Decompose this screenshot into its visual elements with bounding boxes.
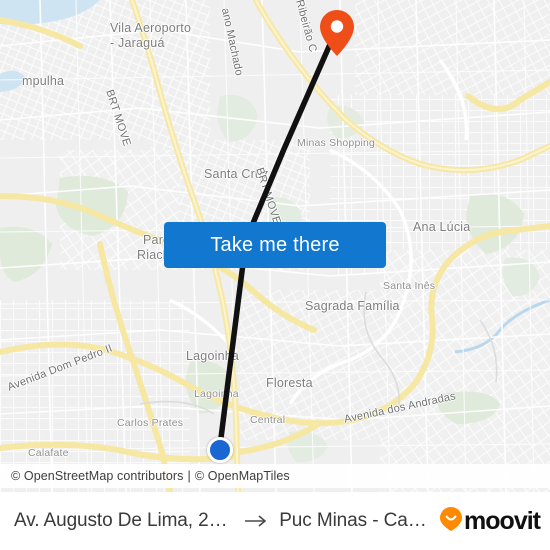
trip-destination-label[interactable]: Puc Minas - Campu... bbox=[279, 510, 440, 532]
moovit-pin-icon bbox=[440, 506, 463, 536]
trip-footer-bar: Av. Augusto De Lima, 249 | ... Puc Minas… bbox=[0, 492, 550, 550]
attribution-separator: | bbox=[187, 469, 191, 483]
map-view[interactable]: Vila Aeroporto - Jaraguá mpulha Minas Shopp… bbox=[0, 0, 550, 492]
moovit-trip-screen: Vila Aeroporto - Jaraguá mpulha Minas Shopp… bbox=[0, 0, 550, 550]
destination-pin[interactable] bbox=[320, 10, 354, 56]
origin-dot[interactable] bbox=[207, 437, 233, 463]
trip-origin-label[interactable]: Av. Augusto De Lima, 249 | ... bbox=[14, 510, 233, 532]
attribution-osm[interactable]: © OpenStreetMap contributors bbox=[11, 469, 184, 483]
map-attribution: © OpenStreetMap contributors | © OpenMap… bbox=[0, 464, 550, 488]
moovit-logo[interactable]: moovit bbox=[440, 506, 541, 536]
attribution-openmaptiles[interactable]: © OpenMapTiles bbox=[195, 469, 290, 483]
moovit-wordmark: moovit bbox=[464, 506, 541, 535]
take-me-there-button[interactable]: Take me there bbox=[164, 222, 386, 268]
arrow-right-icon bbox=[245, 511, 267, 532]
